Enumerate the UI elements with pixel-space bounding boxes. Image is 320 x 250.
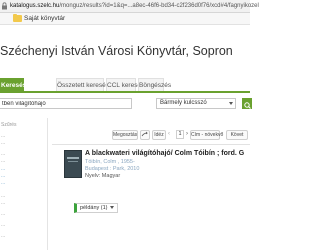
sidebar-text: ... (1, 133, 6, 139)
tab-kereses[interactable]: Keresés (0, 78, 26, 91)
search-tabs: Keresés Összetett keresés CCL keresés Bö… (0, 78, 250, 93)
share-icon-button[interactable] (140, 130, 150, 140)
pager-prev-icon[interactable]: ‹ (168, 130, 170, 139)
search-button[interactable] (242, 98, 252, 109)
sidebar-text: ... (1, 222, 6, 228)
sidebar-divider (47, 118, 48, 250)
sidebar-heading: Szűrés (1, 122, 17, 128)
sidebar-text: ... (1, 140, 6, 146)
cover-band (67, 157, 79, 159)
url-text: katalogus.szelc.hu/monguz/results?id=1&q… (10, 1, 259, 11)
page-title: Széchenyi István Városi Könyvtár, Sopron (0, 44, 233, 58)
book-cover-thumbnail[interactable] (64, 150, 82, 178)
next-button[interactable]: Követ (226, 130, 248, 140)
tab-bongeszes[interactable]: Böngészés (138, 78, 171, 91)
cite-button[interactable]: Idéz (152, 130, 166, 140)
share-icon (141, 131, 148, 137)
page-number[interactable]: 1 (176, 130, 184, 139)
availability-dropdown[interactable]: példány (1) (74, 203, 118, 213)
divider (52, 144, 250, 145)
search-field-value: Bármely kulcsszó (160, 100, 207, 106)
sidebar-link[interactable]: ... (1, 173, 5, 180)
result-author-link[interactable]: Tóibín, Colm , 1955- (85, 159, 135, 166)
bookmarks-bar: Saját könyvtár (0, 13, 250, 25)
pager-next-icon[interactable]: › (186, 130, 188, 139)
sidebar-text: ... (1, 193, 6, 199)
bookmark-saját-könyvtár[interactable]: Saját könyvtár (24, 13, 65, 24)
tab-ccl-kereses[interactable]: CCL keresés (106, 78, 144, 91)
search-icon (244, 102, 251, 109)
address-bar[interactable]: katalogus.szelc.hu/monguz/results?id=1&q… (0, 0, 259, 13)
sidebar-link[interactable]: ... (1, 166, 5, 173)
sidebar-text: ... (1, 200, 6, 206)
sidebar-text: ... (1, 158, 6, 164)
availability-label: példány (1) (80, 205, 108, 211)
sidebar-text: ... (1, 151, 6, 157)
folder-icon (13, 14, 22, 22)
url-path: /monguz/results?id=1&q=...a8ec-46f6-bd34… (59, 3, 259, 9)
sidebar-text: ... (1, 233, 6, 239)
search-field-select[interactable]: Bármely kulcsszó (156, 98, 236, 109)
lock-icon (2, 2, 7, 10)
url-host: katalogus.szelc.hu (10, 3, 60, 9)
chevron-down-icon (229, 102, 233, 105)
chevron-down-icon (109, 206, 114, 210)
search-input[interactable] (0, 98, 132, 109)
cover-band (68, 161, 78, 162)
result-title-link[interactable]: A blackwateri világítóhajó/ Colm Tóibín … (85, 149, 244, 158)
share-button[interactable]: Megosztás (112, 130, 138, 140)
sidebar-link[interactable]: ... (1, 180, 5, 187)
result-publication[interactable]: Budapest : Park, 2010 (85, 166, 139, 173)
sidebar-text: ... (1, 211, 6, 217)
result-language: Nyelv: Magyar (85, 173, 121, 179)
sort-select[interactable]: Cím - növekvő (190, 130, 223, 140)
tab-osszetett-kereses[interactable]: Összetett keresés (56, 78, 109, 91)
